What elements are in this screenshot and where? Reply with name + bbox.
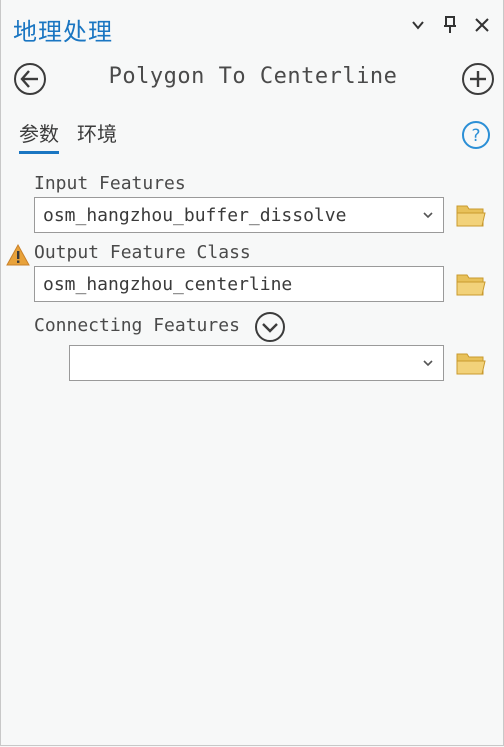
chevron-down-icon[interactable]: [421, 356, 435, 370]
connecting-features-field[interactable]: [69, 345, 444, 381]
folder-icon[interactable]: [456, 202, 486, 228]
pin-icon: [444, 16, 456, 33]
help-button[interactable]: ?: [461, 120, 491, 150]
input-features-label: Input Features: [34, 173, 186, 194]
close-icon: [475, 18, 489, 32]
tab-bar: 参数 环境: [19, 118, 117, 154]
pane-title: 地理处理: [13, 18, 113, 46]
input-features-value: osm_hangzhou_buffer_dissolve: [43, 204, 347, 226]
pin-button[interactable]: [439, 14, 461, 36]
close-button[interactable]: [471, 14, 493, 36]
chevron-down-icon: [412, 21, 424, 30]
warning-icon: [6, 243, 30, 266]
output-feature-class-field[interactable]: osm_hangzhou_centerline: [34, 266, 444, 302]
add-circle-icon: [462, 63, 494, 95]
add-button[interactable]: [461, 62, 495, 96]
help-icon: ?: [462, 121, 490, 149]
connecting-features-label: Connecting Features: [34, 315, 240, 336]
input-features-field[interactable]: osm_hangzhou_buffer_dissolve: [34, 197, 444, 233]
pane-controls: [407, 14, 493, 36]
tool-header: Polygon To Centerline: [13, 60, 495, 96]
svg-text:?: ?: [471, 126, 480, 146]
pane-options-button[interactable]: [407, 14, 429, 36]
expand-icon[interactable]: [254, 311, 286, 343]
output-feature-class-value: osm_hangzhou_centerline: [43, 273, 293, 295]
folder-icon[interactable]: [456, 350, 486, 376]
folder-icon[interactable]: [456, 271, 486, 297]
tab-parameters[interactable]: 参数: [19, 118, 59, 154]
geoprocessing-pane: 地理处理 Polygon To Centerline 参数 环境 ? Input…: [0, 0, 504, 746]
tool-title: Polygon To Centerline: [108, 64, 398, 89]
chevron-down-icon[interactable]: [421, 208, 435, 222]
output-feature-class-label: Output Feature Class: [34, 242, 251, 263]
tab-environments[interactable]: 环境: [77, 118, 117, 154]
